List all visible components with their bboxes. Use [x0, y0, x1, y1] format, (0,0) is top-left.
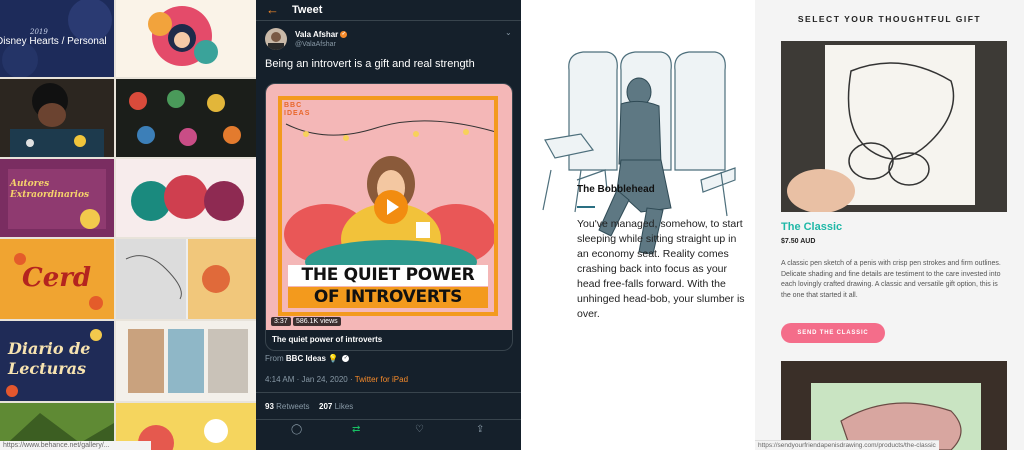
- status-bar-url: https://www.behance.net/gallery/...: [0, 441, 151, 450]
- gallery-tile-flower-girl[interactable]: [116, 0, 256, 77]
- product-description: A classic pen sketch of a penis with cri…: [781, 260, 1001, 299]
- avatar[interactable]: [265, 28, 287, 50]
- tweet-header: ← Tweet: [256, 0, 521, 21]
- illustration-gallery: 2019 Disney Hearts / Personal Autores Ex…: [0, 0, 256, 450]
- share-icon[interactable]: ⇪: [476, 424, 484, 435]
- send-the-classic-button[interactable]: SEND THE CLASSIC: [781, 323, 885, 343]
- retweet-icon[interactable]: ⇄: [352, 424, 360, 435]
- play-icon[interactable]: [374, 190, 408, 224]
- reply-icon[interactable]: ◯: [291, 424, 302, 435]
- product-price: $7.50 AUD: [781, 238, 816, 245]
- characters-illustration: [129, 90, 241, 146]
- gallery-tile-reading-girl[interactable]: [0, 79, 114, 157]
- headline-line-2: OF INTROVERTS: [288, 287, 488, 308]
- photo-collage: [128, 329, 248, 393]
- tile-title-autores: Autores Extraordinarios: [10, 179, 90, 200]
- shop-panel: SELECT YOUR THOUGHTFUL GIFT The Classic …: [755, 0, 1024, 450]
- bbc-ideas-logo: BBC IDEAS: [284, 102, 311, 117]
- green-card-photo: [781, 361, 1007, 450]
- gallery-caption: Disney Hearts / Personal: [0, 36, 107, 47]
- product-photo[interactable]: [781, 41, 1007, 212]
- tweet-text: Being an introvert is a gift and real st…: [265, 58, 475, 70]
- source-link[interactable]: Twitter for iPad: [355, 375, 408, 384]
- sketch-illustration: [116, 239, 256, 319]
- tile-title-diario: Diario de Lecturas: [8, 339, 91, 378]
- reading-girl-illustration: [10, 83, 104, 157]
- sketch-card-photo: [781, 41, 1007, 212]
- gallery-tile-three-women[interactable]: [116, 159, 256, 237]
- from-name[interactable]: BBC Ideas: [286, 354, 326, 363]
- article-title: The Bobblehead: [577, 184, 655, 195]
- timestamp-line: 4:14 AM · Jan 24, 2020 · Twitter for iPa…: [265, 375, 409, 384]
- product-photo-2[interactable]: [781, 361, 1007, 450]
- product-name[interactable]: The Classic: [781, 221, 842, 233]
- card-title[interactable]: The quiet power of introverts: [272, 335, 382, 344]
- retweets-stat[interactable]: 93 Retweets: [265, 402, 310, 411]
- video-views: 586.1K views: [293, 317, 341, 326]
- gallery-tile-photos[interactable]: [116, 321, 256, 401]
- video-thumbnail[interactable]: BBC IDEAS THE QUIET POWER OF INTROVERTS …: [266, 84, 512, 330]
- likes-stat[interactable]: 207 Likes: [319, 402, 353, 411]
- gallery-tile-cerd[interactable]: Cerd: [0, 239, 114, 319]
- tweet-header-title: Tweet: [292, 4, 323, 16]
- status-bar-url: https://sendyourfriendapenisdrawing.com/…: [755, 440, 939, 450]
- video-card[interactable]: BBC IDEAS THE QUIET POWER OF INTROVERTS …: [265, 83, 513, 351]
- author-handle[interactable]: @ValaAfshar: [295, 41, 336, 48]
- gallery-tile-character-sheet[interactable]: [116, 79, 256, 157]
- tweet-view: ← Tweet Vala Afshar ✓ @ValaAfshar ⌄ Being…: [256, 0, 521, 450]
- chevron-down-icon[interactable]: ⌄: [505, 28, 512, 37]
- gallery-tile-diario[interactable]: Diario de Lecturas: [0, 321, 114, 401]
- gallery-tile-disney-hearts[interactable]: 2019 Disney Hearts / Personal: [0, 0, 114, 77]
- lightbulb-icon: 💡: [328, 354, 339, 363]
- from-line: From BBC Ideas 💡 ✓: [265, 354, 350, 363]
- shop-heading: SELECT YOUR THOUGHTFUL GIFT: [797, 14, 982, 24]
- author-name[interactable]: Vala Afshar ✓: [295, 30, 348, 39]
- title-underline: [577, 206, 595, 208]
- back-arrow-icon[interactable]: ←: [266, 2, 279, 17]
- gallery-tile-sketches[interactable]: [116, 239, 256, 319]
- like-icon[interactable]: ♡: [415, 424, 424, 435]
- flower-girl-illustration: [148, 6, 218, 66]
- video-duration: 3:37: [271, 317, 291, 326]
- tweet-actions: ◯ ⇄ ♡ ⇪: [256, 420, 521, 442]
- headline-line-1: THE QUIET POWER: [288, 265, 488, 286]
- gallery-year: 2019: [30, 28, 48, 36]
- women-profiles-illustration: [131, 175, 244, 221]
- tile-title-cerd: Cerd: [22, 263, 92, 293]
- tweet-stats: 93 Retweets 207 Likes: [256, 392, 521, 420]
- verified-icon: ✓: [340, 31, 348, 39]
- article-panel: The Bobblehead You've managed, somehow, …: [521, 0, 755, 450]
- article-body: You've managed, somehow, to start sleepi…: [577, 218, 745, 320]
- verified-icon: ✓: [342, 355, 350, 363]
- gallery-tile-autores[interactable]: Autores Extraordinarios: [0, 159, 114, 237]
